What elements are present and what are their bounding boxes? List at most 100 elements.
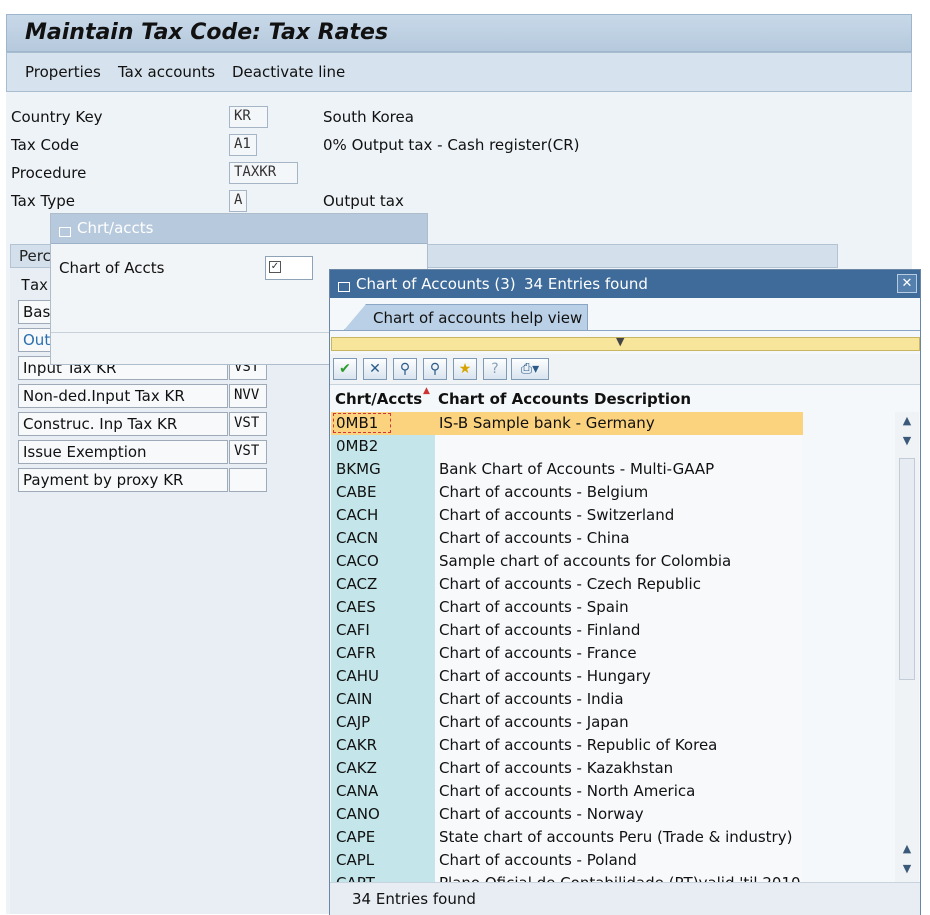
table-row[interactable]: 0MB1 IS-B Sample bank - Germany — [331, 412, 803, 435]
dialog-toolbar: ✔ ✕ ⚲ ⚲ ★ ? ⎙▾ — [330, 354, 920, 385]
table-row[interactable]: CACN Chart of accounts - China — [331, 527, 803, 550]
row-desc: Chart of accounts - India — [439, 690, 624, 708]
table-row[interactable]: CACH Chart of accounts - Switzerland — [331, 504, 803, 527]
sort-ascending-icon: ▲ — [423, 386, 430, 396]
tax-code-field[interactable]: A1 — [229, 134, 257, 156]
table-row[interactable]: CAHU Chart of accounts - Hungary — [331, 665, 803, 688]
status-bar: 34 Entries found — [330, 882, 920, 915]
vertical-scrollbar[interactable]: ▲ ▼ ▲ ▼ — [895, 412, 919, 882]
country-key-field[interactable]: KR — [229, 106, 268, 128]
scroll-up-icon[interactable]: ▲ — [897, 414, 917, 432]
tax-column-header: Tax — [21, 276, 49, 294]
row-desc: Chart of accounts - Kazakhstan — [439, 759, 674, 777]
chart-of-accts-field[interactable]: ✓ — [265, 256, 313, 280]
add-favorite-icon[interactable]: ★ — [453, 358, 477, 380]
scroll-down-icon[interactable]: ▼ — [897, 434, 917, 452]
menu-tax-accounts[interactable]: Tax accounts — [118, 63, 215, 81]
tax-row-name[interactable]: Payment by proxy KR — [18, 468, 228, 492]
row-key: CACH — [336, 506, 379, 524]
table-row[interactable]: CAPT Plano Oficial de Contabilidade (PT)v… — [331, 872, 803, 882]
row-key: CACN — [336, 529, 379, 547]
chrt-accts-popup-header: Chrt/accts — [51, 214, 427, 244]
checkbox-icon[interactable]: ✓ — [269, 261, 281, 273]
table-row[interactable]: CAPE State chart of accounts Peru (Trade … — [331, 826, 803, 849]
row-desc: Chart of accounts - Switzerland — [439, 506, 675, 524]
tax-row-key[interactable]: NVV — [229, 384, 267, 408]
chevron-down-icon[interactable]: ▼ — [616, 335, 624, 348]
title-bar: Maintain Tax Code: Tax Rates — [6, 14, 912, 52]
binoculars-icon[interactable]: ⚲ — [393, 358, 417, 380]
close-icon[interactable]: ✕ — [897, 274, 917, 293]
row-desc: State chart of accounts Peru (Trade & in… — [439, 828, 793, 846]
table-row[interactable]: CAFR Chart of accounts - France — [331, 642, 803, 665]
table-row[interactable]: CABE Chart of accounts - Belgium — [331, 481, 803, 504]
row-desc: Chart of accounts - Hungary — [439, 667, 651, 685]
tax-row-key[interactable]: VST — [229, 412, 267, 436]
table-row[interactable]: CAJP Chart of accounts - Japan — [331, 711, 803, 734]
menu-properties[interactable]: Properties — [25, 63, 101, 81]
table-row[interactable]: CAFI Chart of accounts - Finland — [331, 619, 803, 642]
row-key: CANO — [336, 805, 380, 823]
popup-window-icon — [338, 278, 350, 296]
row-desc: Chart of accounts - Norway — [439, 805, 644, 823]
table-row[interactable]: BKMG Bank Chart of Accounts - Multi-GAAP — [331, 458, 803, 481]
column-header-chrt-accts[interactable]: Chrt/Accts — [335, 390, 422, 408]
row-desc: Bank Chart of Accounts - Multi-GAAP — [439, 460, 715, 478]
scroll-down-icon[interactable]: ▼ — [897, 862, 917, 880]
row-key: BKMG — [336, 460, 381, 478]
tax-type-desc: Output tax — [323, 192, 404, 210]
table-row[interactable]: CAIN Chart of accounts - India — [331, 688, 803, 711]
row-key: CAKR — [336, 736, 377, 754]
row-desc: Chart of accounts - France — [439, 644, 637, 662]
row-key: CAES — [336, 598, 376, 616]
row-desc: Chart of accounts - Spain — [439, 598, 629, 616]
tax-type-field[interactable]: A — [229, 190, 247, 212]
tax-row-key[interactable] — [229, 468, 267, 492]
table-row[interactable]: CAKZ Chart of accounts - Kazakhstan — [331, 757, 803, 780]
dialog-header: Chart of Accounts (3) 34 Entries found ✕ — [330, 270, 920, 298]
procedure-field[interactable]: TAXKR — [229, 162, 298, 184]
table-row[interactable]: CAKR Chart of accounts - Republic of Kore… — [331, 734, 803, 757]
row-key: 0MB2 — [336, 437, 379, 455]
status-text: 34 Entries found — [352, 890, 476, 908]
tab-strip: Chart of accounts help view — [330, 298, 920, 331]
menu-deactivate-line[interactable]: Deactivate line — [232, 63, 345, 81]
procedure-label: Procedure — [11, 164, 87, 182]
row-desc: Chart of accounts - Finland — [439, 621, 641, 639]
help-icon[interactable]: ? — [483, 358, 507, 380]
row-desc: Chart of accounts - Republic of Korea — [439, 736, 718, 754]
row-key: 0MB1 — [332, 413, 392, 433]
row-desc: Chart of accounts - Czech Republic — [439, 575, 701, 593]
row-desc: Sample chart of accounts for Colombia — [439, 552, 732, 570]
tax-row-name[interactable]: Construc. Inp Tax KR — [18, 412, 228, 436]
table-row[interactable]: CACZ Chart of accounts - Czech Republic — [331, 573, 803, 596]
table-row[interactable]: CANA Chart of accounts - North America — [331, 780, 803, 803]
table-row[interactable]: CANO Chart of accounts - Norway — [331, 803, 803, 826]
tax-row-name[interactable]: Issue Exemption — [18, 440, 228, 464]
column-header-description[interactable]: Chart of Accounts Description — [438, 390, 691, 408]
dialog-title: Chart of Accounts (3) — [356, 275, 516, 293]
row-key: CACZ — [336, 575, 378, 593]
row-key: CABE — [336, 483, 377, 501]
table-row[interactable]: 0MB2 — [331, 435, 803, 458]
table-row[interactable]: CAPL Chart of accounts - Poland — [331, 849, 803, 872]
print-icon[interactable]: ⎙▾ — [511, 358, 549, 380]
table-row[interactable]: CAES Chart of accounts - Spain — [331, 596, 803, 619]
row-desc: Chart of accounts - Japan — [439, 713, 629, 731]
row-key: CACO — [336, 552, 379, 570]
chrt-accts-popup-title: Chrt/accts — [77, 219, 154, 237]
cancel-icon[interactable]: ✕ — [363, 358, 387, 380]
tax-code-desc: 0% Output tax - Cash register(CR) — [323, 136, 580, 154]
checkmark-icon[interactable]: ✔ — [333, 358, 357, 380]
scrollbar-thumb[interactable] — [899, 458, 915, 680]
binoculars-plus-icon[interactable]: ⚲ — [423, 358, 447, 380]
page-title: Maintain Tax Code: Tax Rates — [25, 20, 389, 45]
tax-row-key[interactable]: VST — [229, 440, 267, 464]
tax-row-name[interactable]: Non-ded.Input Tax KR — [18, 384, 228, 408]
tab-chart-of-accounts-help-view[interactable]: Chart of accounts help view — [344, 304, 588, 330]
chart-of-accounts-dialog: Chart of Accounts (3) 34 Entries found ✕… — [329, 269, 921, 915]
scroll-up-icon[interactable]: ▲ — [897, 842, 917, 860]
row-key: CAFR — [336, 644, 376, 662]
restrictions-toggle-bar[interactable]: ▼ — [331, 335, 920, 351]
table-row[interactable]: CACO Sample chart of accounts for Colombi… — [331, 550, 803, 573]
